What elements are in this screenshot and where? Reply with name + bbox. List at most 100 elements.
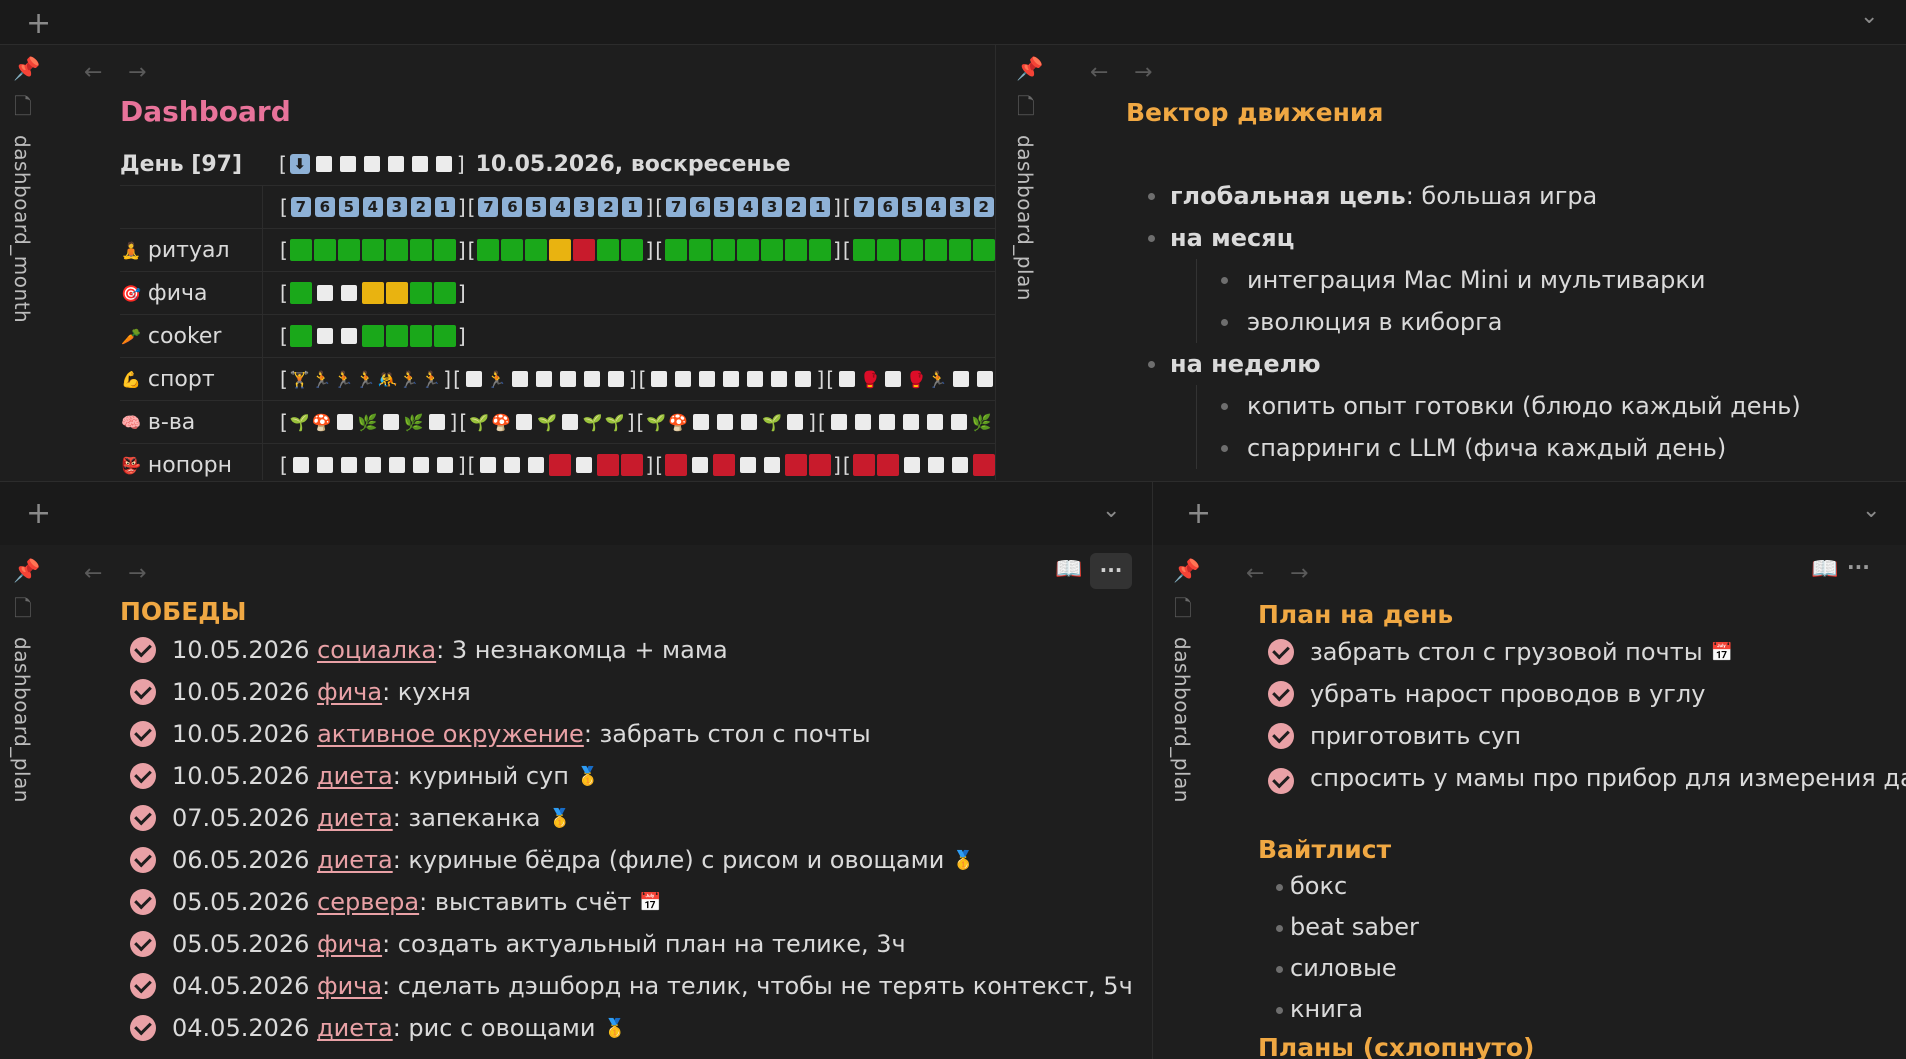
win-item: 10.05.2026 фича: кухня [130, 671, 1133, 713]
new-tab-plus-icon[interactable]: + [26, 6, 51, 41]
win-item: 05.05.2026 сервера: выставить счёт 📅 [130, 881, 1133, 923]
calendar-icon: 📅 [1710, 641, 1734, 663]
pane-vertical-title: dashboard_plan [1013, 135, 1037, 301]
checkbox-checked-icon[interactable] [130, 805, 156, 831]
win-date: 04.05.2026 [172, 972, 310, 1000]
tab-list-chevron-icon[interactable]: ⌄ [1862, 498, 1880, 523]
nav-forward-icon[interactable]: → [128, 561, 146, 586]
win-item: 10.05.2026 активное окружение: забрать с… [130, 713, 1133, 755]
win-item: 10.05.2026 социалка: 3 незнакомца + мама [130, 629, 1133, 671]
checkbox-checked-icon[interactable] [130, 973, 156, 999]
countdown-key: 5 [901, 197, 922, 217]
collapsed-title[interactable]: Планы (схлопнуто) [1258, 1033, 1534, 1059]
file-icon[interactable]: 🗋 [1017, 97, 1035, 119]
win-text: : куриный суп [392, 762, 569, 790]
new-tab-plus-icon[interactable]: + [26, 496, 51, 531]
file-icon[interactable]: 🗋 [14, 599, 32, 621]
medal-icon: 🥇 [952, 849, 975, 871]
tag-link[interactable]: сервера [317, 888, 419, 916]
win-item: 04.05.2026 диета: рис с овощами 🥇 [130, 1007, 1133, 1049]
countdown-key: 7 [853, 197, 874, 217]
checkbox-checked-icon[interactable] [130, 1015, 156, 1041]
checkbox-checked-icon[interactable] [1268, 639, 1294, 665]
pin-icon[interactable]: 📌 [13, 561, 40, 583]
win-date: 04.05.2026 [172, 1014, 310, 1042]
dayplan-list: забрать стол с грузовой почты 📅 убрать нар… [1268, 631, 1906, 799]
checkbox-checked-icon[interactable] [130, 931, 156, 957]
calendar-icon: 📅 [639, 891, 662, 913]
row-label: ритуал [147, 237, 230, 263]
list-item: спарринги с LLM (фича каждый день) [1197, 427, 1900, 469]
todo-text: приготовить суп [1310, 722, 1522, 750]
todo-item: забрать стол с грузовой почты 📅 [1268, 631, 1888, 673]
checkbox-checked-icon[interactable] [130, 679, 156, 705]
tracker-row-cooker: 🥕 cooker [] [120, 315, 995, 358]
checkbox-checked-icon[interactable] [130, 721, 156, 747]
tag-link[interactable]: активное окружение [317, 720, 584, 748]
win-date: 10.05.2026 [172, 636, 310, 664]
file-icon[interactable]: 🗋 [14, 97, 32, 119]
checkbox-checked-icon[interactable] [130, 763, 156, 789]
nav-back-icon[interactable]: ← [84, 561, 102, 586]
file-icon[interactable]: 🗋 [1174, 599, 1192, 621]
new-tab-plus-icon[interactable]: + [1186, 496, 1211, 531]
win-item: 07.05.2026 диета: запеканка 🥇 [130, 797, 1133, 839]
wins-list: 10.05.2026 социалка: 3 незнакомца + мама… [130, 629, 1133, 1049]
win-text: : выставить счёт [419, 888, 632, 916]
tag-link[interactable]: диета [317, 1014, 393, 1042]
pin-icon[interactable]: 📌 [1016, 59, 1043, 81]
row-label: в-ва [147, 409, 196, 435]
win-text: : забрать стол с почты [583, 720, 871, 748]
more-options-button[interactable]: ··· [1847, 555, 1870, 579]
nav-back-icon[interactable]: ← [84, 60, 102, 85]
todo-item: спросить у мамы про прибор для измерения… [1268, 757, 1906, 799]
list-item: глобальная цель: большая игра [1140, 175, 1900, 217]
pane-dashboard-plan-top: 📌 🗋 dashboard_plan ← → Вектор движения г… [996, 45, 1906, 480]
tracker-countdown-row: [7654321][7654321][7654321][7654321] [120, 186, 995, 229]
checkbox-checked-icon[interactable] [1268, 723, 1294, 749]
more-options-button[interactable]: ··· [1090, 553, 1132, 589]
tag-link[interactable]: фича [317, 678, 382, 706]
tag-link[interactable]: фича [317, 972, 382, 1000]
tracker-row-feature: 🎯 фича [] [120, 272, 995, 315]
nav-forward-icon[interactable]: → [128, 60, 146, 85]
list-item: эволюция в киборга [1197, 301, 1900, 343]
win-date: 07.05.2026 [172, 804, 310, 832]
target-icon: 🎯 [121, 283, 141, 303]
tag-link[interactable]: диета [317, 846, 393, 874]
countdown-key: 1 [810, 197, 831, 217]
mask-icon: 👺 [121, 455, 141, 475]
win-item: 05.05.2026 фича: создать актуальный план… [130, 923, 1133, 965]
tag-link[interactable]: фича [317, 930, 382, 958]
todo-text: убрать нарост проводов в углу [1310, 680, 1706, 708]
checkbox-checked-icon[interactable] [130, 847, 156, 873]
pin-icon[interactable]: 📌 [1173, 561, 1200, 583]
reading-mode-book-icon[interactable]: 📖 [1055, 559, 1082, 581]
countdown-key: 5 [338, 197, 359, 217]
nav-forward-icon[interactable]: → [1134, 60, 1152, 85]
list-item: интеграция Mac Mini и мультиварки [1197, 259, 1900, 301]
countdown-key: 2 [786, 197, 807, 217]
pane-wins: 📌 🗋 dashboard_plan ← → 📖 ··· ПОБЕДЫ 10.0… [0, 545, 1152, 1059]
countdown-key: 3 [949, 197, 970, 217]
nav-back-icon[interactable]: ← [1246, 561, 1264, 586]
section-title: ПОБЕДЫ [120, 597, 247, 626]
checkbox-checked-icon[interactable] [1268, 768, 1294, 794]
checkbox-checked-icon[interactable] [1268, 681, 1294, 707]
nav-forward-icon[interactable]: → [1290, 561, 1308, 586]
tag-link[interactable]: социалка [317, 636, 436, 664]
win-text: : куриные бёдра (филе) с рисом и овощами [392, 846, 945, 874]
countdown-key: 3 [574, 197, 595, 217]
tag-link[interactable]: диета [317, 762, 393, 790]
nav-back-icon[interactable]: ← [1090, 60, 1108, 85]
tracker-row-substances: 🧠в-ва [🌱🍄🌿🌿] [🌱🍄🌱🌱🌱] [🌱🍄🌱] [🌿] [120, 401, 995, 444]
tag-link[interactable]: диета [317, 804, 393, 832]
reading-mode-book-icon[interactable]: 📖 [1811, 559, 1838, 581]
tab-list-chevron-icon[interactable]: ⌄ [1102, 498, 1120, 523]
checkbox-checked-icon[interactable] [130, 637, 156, 663]
pin-icon[interactable]: 📌 [13, 59, 40, 81]
checkbox-checked-icon[interactable] [130, 889, 156, 915]
tab-list-chevron-icon[interactable]: ⌄ [1860, 4, 1878, 29]
countdown-key: 1 [434, 197, 455, 217]
list-item: beat saber [1268, 907, 1419, 948]
